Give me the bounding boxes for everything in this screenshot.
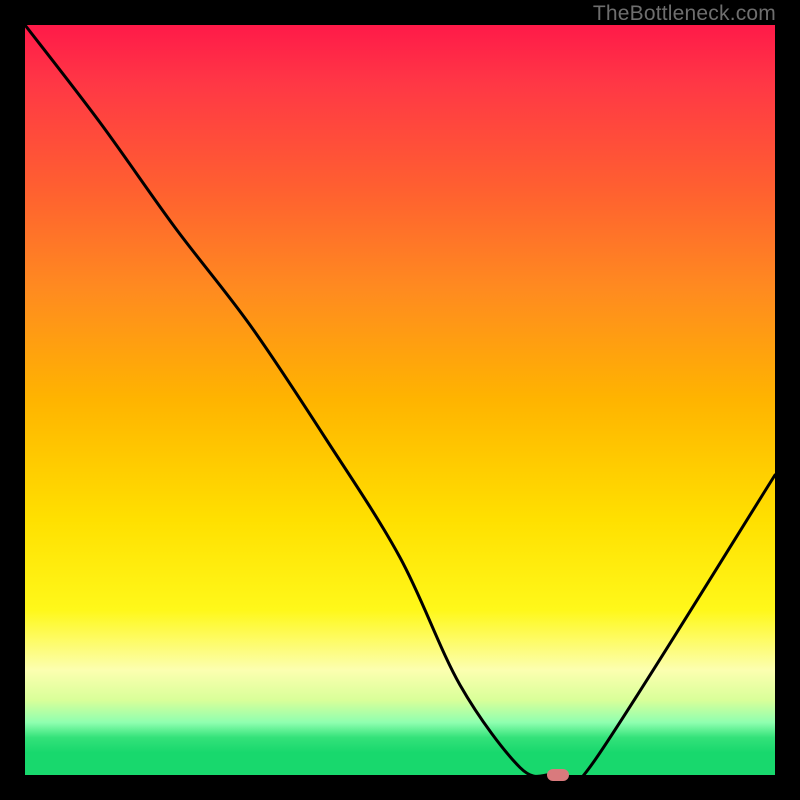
chart-frame: TheBottleneck.com [0, 0, 800, 800]
optimal-point-marker [547, 769, 569, 781]
bottleneck-curve [25, 25, 775, 786]
curve-layer [25, 25, 775, 775]
attribution-text: TheBottleneck.com [593, 2, 776, 26]
